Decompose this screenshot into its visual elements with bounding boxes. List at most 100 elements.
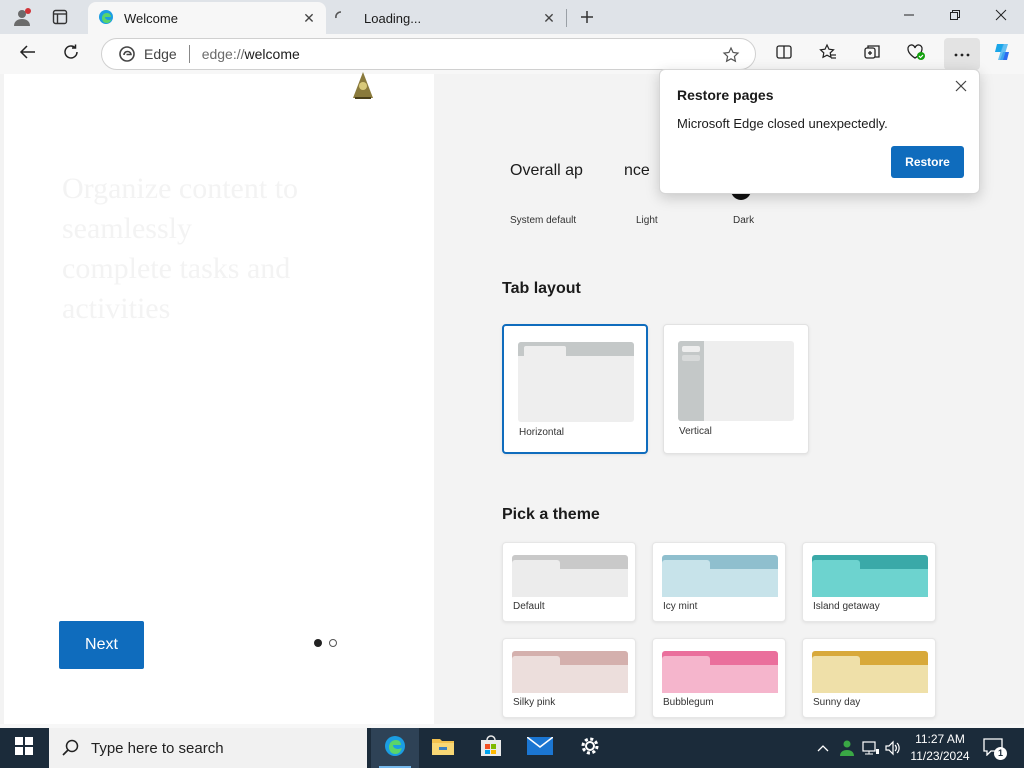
collections-icon bbox=[863, 43, 881, 66]
minimize-button[interactable] bbox=[886, 0, 932, 34]
theme-preview bbox=[812, 651, 928, 693]
tab-divider bbox=[566, 9, 567, 27]
taskbar-edge[interactable] bbox=[371, 728, 419, 768]
close-popup-icon[interactable] bbox=[951, 76, 971, 96]
more-icon bbox=[953, 45, 971, 63]
theme-label: Island getaway bbox=[813, 601, 880, 612]
tab-strip: Welcome ✕ Loading... ✕ bbox=[0, 0, 1024, 34]
start-button[interactable] bbox=[0, 728, 48, 768]
close-tab-icon[interactable]: ✕ bbox=[540, 9, 558, 27]
restore-button[interactable]: Restore bbox=[891, 146, 964, 178]
split-screen-icon bbox=[775, 43, 793, 66]
clock-time: 11:27 AM bbox=[915, 732, 965, 746]
edge-icon bbox=[118, 45, 136, 63]
edge-icon bbox=[98, 9, 114, 28]
close-window-button[interactable] bbox=[978, 0, 1024, 34]
welcome-title: Organize content to seamlessly complete … bbox=[62, 172, 299, 325]
restore-icon bbox=[949, 8, 961, 26]
store-icon bbox=[480, 734, 502, 762]
theme-preview bbox=[662, 651, 778, 693]
url-text[interactable]: edge://welcome bbox=[202, 46, 300, 62]
theme-card[interactable]: Silky pink bbox=[502, 638, 636, 718]
appearance-option-light[interactable]: Light bbox=[636, 215, 658, 226]
pagination-dots bbox=[314, 639, 337, 647]
split-screen-button[interactable] bbox=[770, 40, 798, 68]
site-identity-label: Edge bbox=[144, 46, 177, 62]
browser-essentials-button[interactable] bbox=[902, 40, 930, 68]
new-tab-button[interactable] bbox=[576, 6, 598, 28]
notification-center-button[interactable]: 1 bbox=[980, 728, 1008, 768]
tab-actions-icon[interactable] bbox=[50, 7, 70, 27]
tab-loading[interactable]: Loading... ✕ bbox=[328, 2, 566, 34]
taskbar-store[interactable] bbox=[467, 728, 515, 768]
tab-layout-horizontal-label: Horizontal bbox=[519, 427, 565, 438]
theme-preview bbox=[812, 555, 928, 597]
edge-icon bbox=[383, 734, 407, 763]
tab-layout-title: Tab layout bbox=[502, 280, 581, 297]
tab-layout-vertical-label: Vertical bbox=[679, 426, 712, 437]
address-bar[interactable]: Edge edge://welcome bbox=[101, 38, 756, 70]
appearance-option-dark[interactable]: Dark bbox=[733, 215, 754, 226]
settings-icon bbox=[579, 735, 601, 762]
tab-layout-horizontal-card[interactable]: Horizontal bbox=[502, 324, 648, 454]
theme-card[interactable]: Island getaway bbox=[802, 542, 936, 622]
restore-window-button[interactable] bbox=[932, 0, 978, 34]
profile-icon[interactable] bbox=[12, 7, 32, 27]
appearance-title-tail: nce bbox=[624, 162, 650, 179]
page-dot-active[interactable] bbox=[314, 639, 322, 647]
refresh-button[interactable] bbox=[57, 40, 85, 68]
settings-and-more-button[interactable] bbox=[944, 38, 980, 70]
taskbar-file-explorer[interactable] bbox=[419, 728, 467, 768]
horizontal-layout-preview bbox=[518, 342, 634, 422]
taskbar-settings[interactable] bbox=[566, 728, 614, 768]
page-dot[interactable] bbox=[329, 639, 337, 647]
mail-icon bbox=[526, 735, 554, 760]
mascot-illustration-icon bbox=[349, 70, 377, 102]
copilot-button[interactable] bbox=[988, 40, 1016, 68]
tab-welcome[interactable]: Welcome ✕ bbox=[88, 2, 326, 34]
network-icon[interactable] bbox=[860, 728, 882, 768]
theme-card[interactable]: Bubblegum bbox=[652, 638, 786, 718]
notification-count-badge: 1 bbox=[994, 747, 1007, 760]
address-divider bbox=[188, 45, 190, 63]
theme-card[interactable]: Icy mint bbox=[652, 542, 786, 622]
copilot-icon bbox=[991, 41, 1013, 68]
taskbar-clock[interactable]: 11:27 AM 11/23/2024 bbox=[906, 731, 974, 765]
close-icon bbox=[995, 8, 1007, 26]
tab-title: Welcome bbox=[124, 10, 178, 26]
theme-label: Default bbox=[513, 601, 545, 612]
popup-title: Restore pages bbox=[677, 87, 774, 103]
clock-date: 11/23/2024 bbox=[910, 749, 970, 763]
vertical-layout-preview bbox=[678, 341, 794, 421]
theme-card[interactable]: Sunny day bbox=[802, 638, 936, 718]
next-button[interactable]: Next bbox=[59, 621, 144, 669]
favorites-button[interactable] bbox=[814, 40, 842, 68]
restore-pages-popup: Restore pages Microsoft Edge closed unex… bbox=[659, 69, 980, 194]
favorite-star-icon[interactable] bbox=[721, 45, 741, 65]
windows-logo-icon bbox=[15, 736, 33, 760]
notification-icon: 1 bbox=[983, 738, 1007, 760]
taskbar-search-box[interactable]: Type here to search bbox=[49, 728, 367, 768]
collections-button[interactable] bbox=[858, 40, 886, 68]
browser-essentials-icon bbox=[906, 43, 926, 66]
theme-preview bbox=[512, 555, 628, 597]
volume-icon[interactable] bbox=[882, 728, 904, 768]
show-hidden-icons-button[interactable] bbox=[812, 728, 834, 768]
taskbar-mail[interactable] bbox=[516, 728, 564, 768]
tray-user-icon[interactable] bbox=[836, 728, 858, 768]
theme-label: Bubblegum bbox=[663, 697, 714, 708]
appearance-option-system-default[interactable]: System default bbox=[510, 215, 576, 226]
theme-label: Icy mint bbox=[663, 601, 698, 612]
theme-label: Silky pink bbox=[513, 697, 556, 708]
welcome-left-panel: Organize content to seamlessly complete … bbox=[4, 72, 434, 724]
popup-message: Microsoft Edge closed unexpectedly. bbox=[677, 116, 888, 131]
tab-title: Loading... bbox=[364, 10, 422, 26]
browser-toolbar: Edge edge://welcome bbox=[0, 34, 1024, 74]
close-tab-icon[interactable]: ✕ bbox=[300, 9, 318, 27]
back-button[interactable] bbox=[14, 40, 42, 68]
theme-preview bbox=[662, 555, 778, 597]
tab-layout-vertical-card[interactable]: Vertical bbox=[663, 324, 809, 454]
theme-card[interactable]: Default bbox=[502, 542, 636, 622]
chevron-up-icon bbox=[817, 739, 829, 757]
theme-preview bbox=[512, 651, 628, 693]
